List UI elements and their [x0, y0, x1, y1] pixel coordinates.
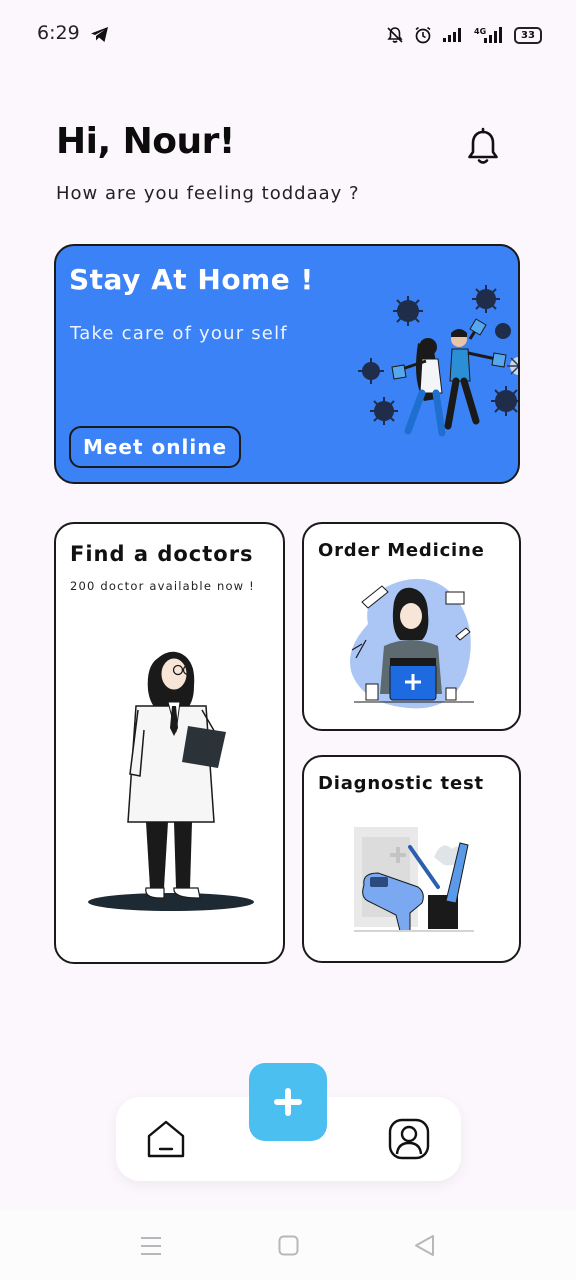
status-bar: 6:29 4G 33 [0, 0, 576, 70]
find-doctors-title: Find a doctors [70, 542, 254, 566]
status-time: 6:29 [37, 22, 80, 44]
alarm-icon [415, 26, 431, 44]
medicine-illustration [350, 578, 474, 709]
order-medicine-card[interactable]: Order Medicine [302, 522, 521, 731]
square-icon[interactable] [278, 1235, 299, 1256]
stay-home-banner: Stay At Home ! Take care of your self Me… [54, 244, 520, 484]
greeting-subtitle: How are you feeling toddaay ? [56, 183, 360, 204]
signal-icon [443, 28, 461, 42]
add-button[interactable] [249, 1063, 327, 1141]
svg-text:4G: 4G [474, 27, 486, 36]
home-icon[interactable] [145, 1118, 187, 1160]
stay-home-illustration [358, 285, 518, 437]
diagnostic-illustration [354, 827, 474, 932]
mute-icon [387, 27, 403, 43]
diagnostic-test-title: Diagnostic test [318, 773, 484, 794]
back-icon[interactable] [413, 1234, 435, 1257]
banner-subtitle: Take care of your self [70, 323, 288, 344]
plus-icon [274, 1088, 302, 1116]
meet-online-button[interactable]: Meet online [69, 426, 241, 468]
diagnostic-test-card[interactable]: Diagnostic test [302, 755, 521, 963]
system-navigation-bar [0, 1210, 576, 1280]
find-doctors-subtitle: 200 doctor available now ! [70, 579, 255, 593]
profile-icon[interactable] [388, 1118, 430, 1160]
telegram-icon [91, 27, 108, 42]
greeting-title: Hi, Nour! [56, 121, 235, 162]
bell-icon[interactable] [462, 126, 504, 168]
menu-icon[interactable] [140, 1236, 162, 1256]
4g-signal-icon: 4G [474, 27, 502, 43]
status-icons: 4G 33 [386, 22, 542, 48]
find-doctors-card[interactable]: Find a doctors 200 doctor available now … [54, 522, 285, 964]
order-medicine-title: Order Medicine [318, 540, 485, 561]
banner-title: Stay At Home ! [69, 263, 314, 296]
doctor-illustration [88, 651, 254, 911]
battery-icon: 33 [514, 26, 542, 44]
